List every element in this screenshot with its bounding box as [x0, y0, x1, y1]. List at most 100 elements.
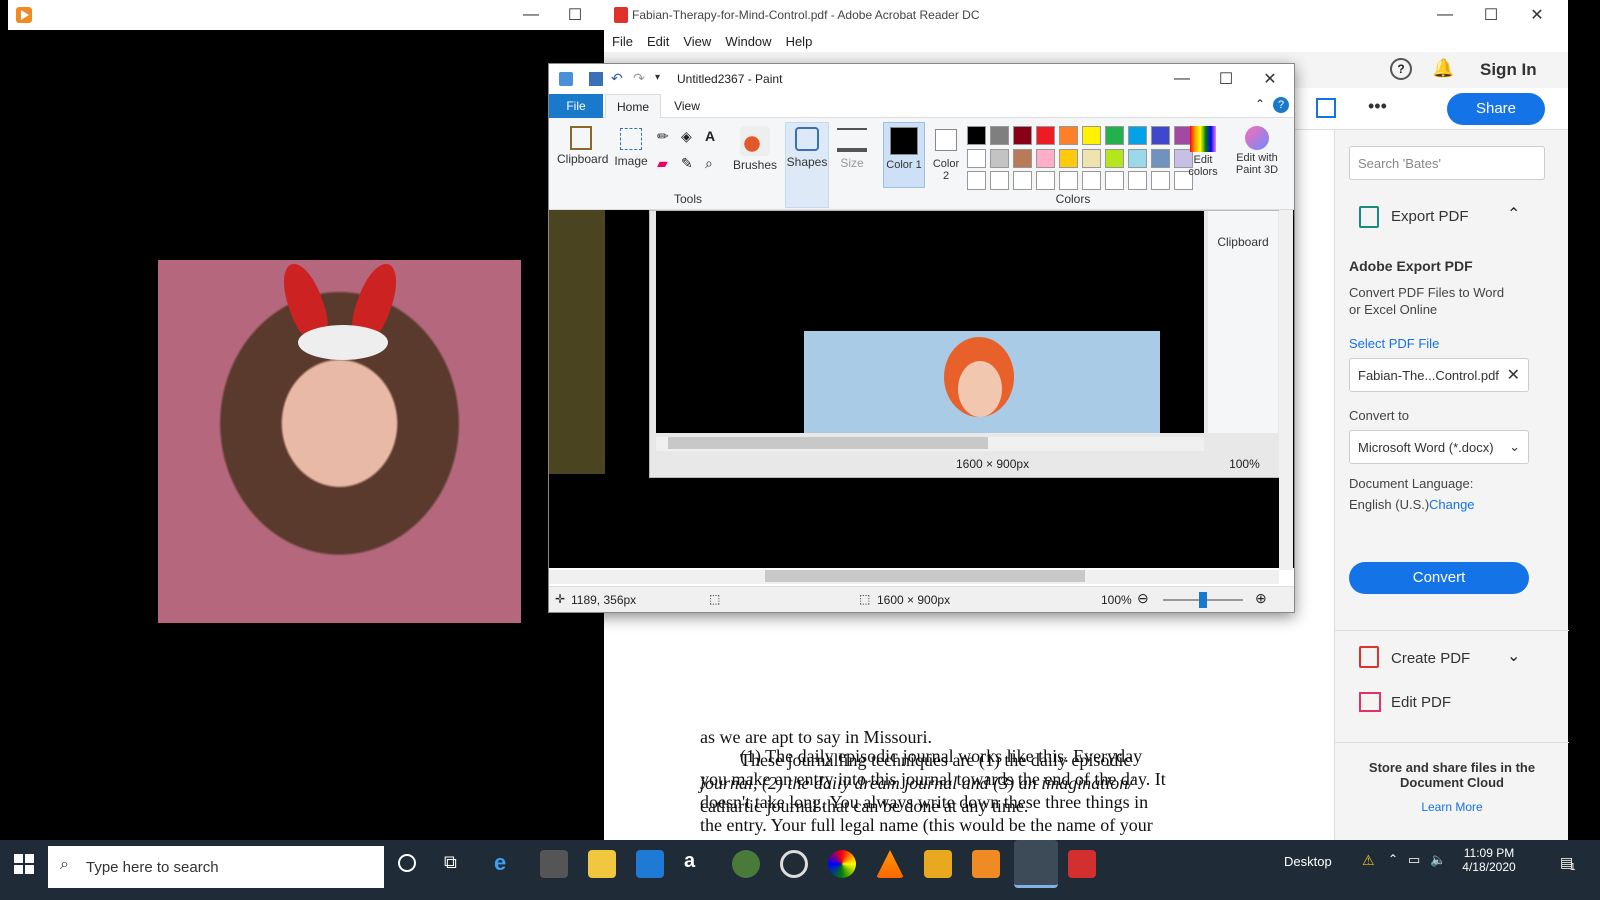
text-icon[interactable]: A	[705, 128, 725, 151]
palette-swatch[interactable]	[1082, 171, 1101, 191]
warning-icon[interactable]: ⚠	[1362, 852, 1375, 869]
save-to-cloud-icon[interactable]	[1316, 98, 1336, 118]
tab-view[interactable]: View	[663, 94, 711, 118]
palette-swatch[interactable]	[967, 148, 986, 168]
close-button[interactable]: ✕	[1247, 64, 1293, 94]
chevron-up-icon[interactable]: ⌃	[1507, 204, 1520, 224]
chevron-down-icon[interactable]: ⌄	[1507, 646, 1520, 666]
minimize-button[interactable]: —	[1422, 0, 1468, 30]
scroll-thumb[interactable]	[765, 570, 1085, 582]
palette-swatch[interactable]	[1059, 126, 1078, 145]
help-icon[interactable]: ?	[1390, 58, 1412, 80]
zoom-slider-thumb[interactable]	[1199, 592, 1207, 608]
palette-swatch[interactable]	[1059, 171, 1078, 191]
scroll-thumb[interactable]	[668, 437, 988, 449]
mail-icon[interactable]	[636, 850, 664, 878]
paint3d-button[interactable]: Edit with Paint 3D	[1229, 124, 1285, 190]
palette-swatch[interactable]	[1151, 171, 1170, 191]
minimize-button[interactable]: —	[1159, 64, 1205, 94]
h-scrollbar[interactable]	[549, 570, 1279, 584]
save-icon[interactable]	[589, 72, 603, 86]
redo-icon[interactable]: ↷	[633, 70, 645, 87]
change-language-link[interactable]: Change	[1429, 497, 1475, 512]
v-scrollbar[interactable]	[1279, 210, 1293, 570]
palette-swatch[interactable]	[1105, 126, 1124, 145]
palette-swatch[interactable]	[1105, 171, 1124, 191]
menu-file[interactable]: File	[612, 34, 633, 49]
zoom-out-icon[interactable]: ⊖	[1137, 590, 1149, 607]
palette-swatch[interactable]	[1082, 126, 1101, 145]
customize-qat-icon[interactable]: ▾	[655, 72, 660, 83]
cortana-icon[interactable]	[398, 854, 416, 872]
palette-swatch[interactable]	[1059, 148, 1078, 168]
media-player-icon[interactable]	[972, 850, 1000, 878]
store-icon[interactable]	[540, 850, 568, 878]
chevron-up-icon[interactable]: ⌃	[1388, 852, 1398, 866]
image-group[interactable]: Image	[611, 124, 651, 210]
edit-colors-button[interactable]: Edit colors	[1183, 124, 1223, 190]
palette-swatch[interactable]	[1036, 126, 1055, 145]
bell-icon[interactable]: 🔔	[1432, 58, 1454, 79]
palette-swatch[interactable]	[1036, 171, 1055, 191]
minimize-button[interactable]: —	[508, 0, 554, 30]
learn-more-link[interactable]: Learn More	[1355, 800, 1549, 814]
collapse-ribbon-icon[interactable]: ⌃	[1255, 97, 1265, 111]
color-picker-icon[interactable]: ✎	[681, 155, 701, 178]
taskbar-search[interactable]: ⌕ Type here to search	[48, 846, 384, 888]
clipboard-group[interactable]: Clipboard	[557, 124, 608, 210]
convert-button[interactable]: Convert	[1349, 562, 1529, 594]
app-icon[interactable]	[924, 850, 952, 878]
windows-start-icon[interactable]	[14, 854, 34, 874]
palette-swatch[interactable]	[990, 148, 1009, 168]
create-pdf-tool[interactable]: Create PDF	[1391, 650, 1470, 667]
palette-swatch[interactable]	[1105, 148, 1124, 168]
camera-app-icon[interactable]	[780, 850, 808, 878]
tab-file[interactable]: File	[549, 94, 603, 118]
file-name-field[interactable]: Fabian-The...Control.pdf ✕	[1349, 358, 1529, 392]
magnifier-icon[interactable]: ⌕	[705, 155, 725, 178]
export-pdf-header[interactable]: Export PDF	[1391, 208, 1469, 225]
chrome-icon[interactable]	[828, 850, 856, 878]
palette-swatch[interactable]	[1013, 126, 1032, 145]
menu-help[interactable]: Help	[786, 34, 813, 49]
acrobat-taskbar-icon[interactable]	[1068, 850, 1096, 878]
file-explorer-icon[interactable]	[588, 850, 616, 878]
pencil-icon[interactable]: ✏	[657, 128, 677, 151]
tab-home[interactable]: Home	[605, 94, 661, 118]
paint-taskbar-icon[interactable]	[1014, 840, 1058, 888]
palette-swatch[interactable]	[1128, 148, 1147, 168]
volume-icon[interactable]: 🔈	[1430, 852, 1446, 868]
undo-icon[interactable]: ↶	[611, 70, 623, 87]
search-input[interactable]: Search 'Bates'	[1349, 146, 1545, 180]
maximize-button[interactable]: ☐	[1203, 64, 1249, 94]
task-view-icon[interactable]: ⧉	[444, 852, 457, 873]
edge-icon[interactable]: e	[494, 850, 522, 878]
close-button[interactable]: ✕	[1514, 0, 1560, 30]
network-icon[interactable]: ▭	[1408, 852, 1420, 868]
vlc-icon[interactable]	[876, 850, 904, 878]
zoom-in-icon[interactable]: ⊕	[1255, 590, 1267, 607]
maximize-button[interactable]: ☐	[1468, 0, 1514, 30]
palette-swatch[interactable]	[990, 171, 1009, 191]
more-icon[interactable]: •••	[1368, 96, 1387, 117]
clock[interactable]: 11:09 PM 4/18/2020	[1454, 846, 1524, 874]
nested-h-scrollbar[interactable]	[656, 437, 1204, 451]
palette-swatch[interactable]	[1013, 171, 1032, 191]
format-select[interactable]: Microsoft Word (*.docx) ⌄	[1349, 430, 1529, 464]
palette-swatch[interactable]	[1128, 126, 1147, 145]
palette-swatch[interactable]	[1128, 171, 1147, 191]
shapes-group[interactable]: Shapes	[785, 122, 829, 208]
menu-edit[interactable]: Edit	[647, 34, 669, 49]
size-group[interactable]: Size	[833, 124, 871, 210]
sign-in-link[interactable]: Sign In	[1480, 60, 1537, 80]
color2-button[interactable]: Color 2	[929, 122, 963, 188]
menu-view[interactable]: View	[683, 34, 711, 49]
tripadvisor-icon[interactable]	[732, 850, 760, 878]
amazon-icon[interactable]: a	[684, 850, 712, 878]
palette-swatch[interactable]	[1013, 148, 1032, 168]
maximize-button[interactable]: ☐	[552, 0, 598, 30]
clear-icon[interactable]: ✕	[1507, 365, 1520, 385]
palette-swatch[interactable]	[967, 126, 986, 145]
desktop-toolbar[interactable]: Desktop	[1284, 854, 1332, 869]
palette-swatch[interactable]	[1082, 148, 1101, 168]
